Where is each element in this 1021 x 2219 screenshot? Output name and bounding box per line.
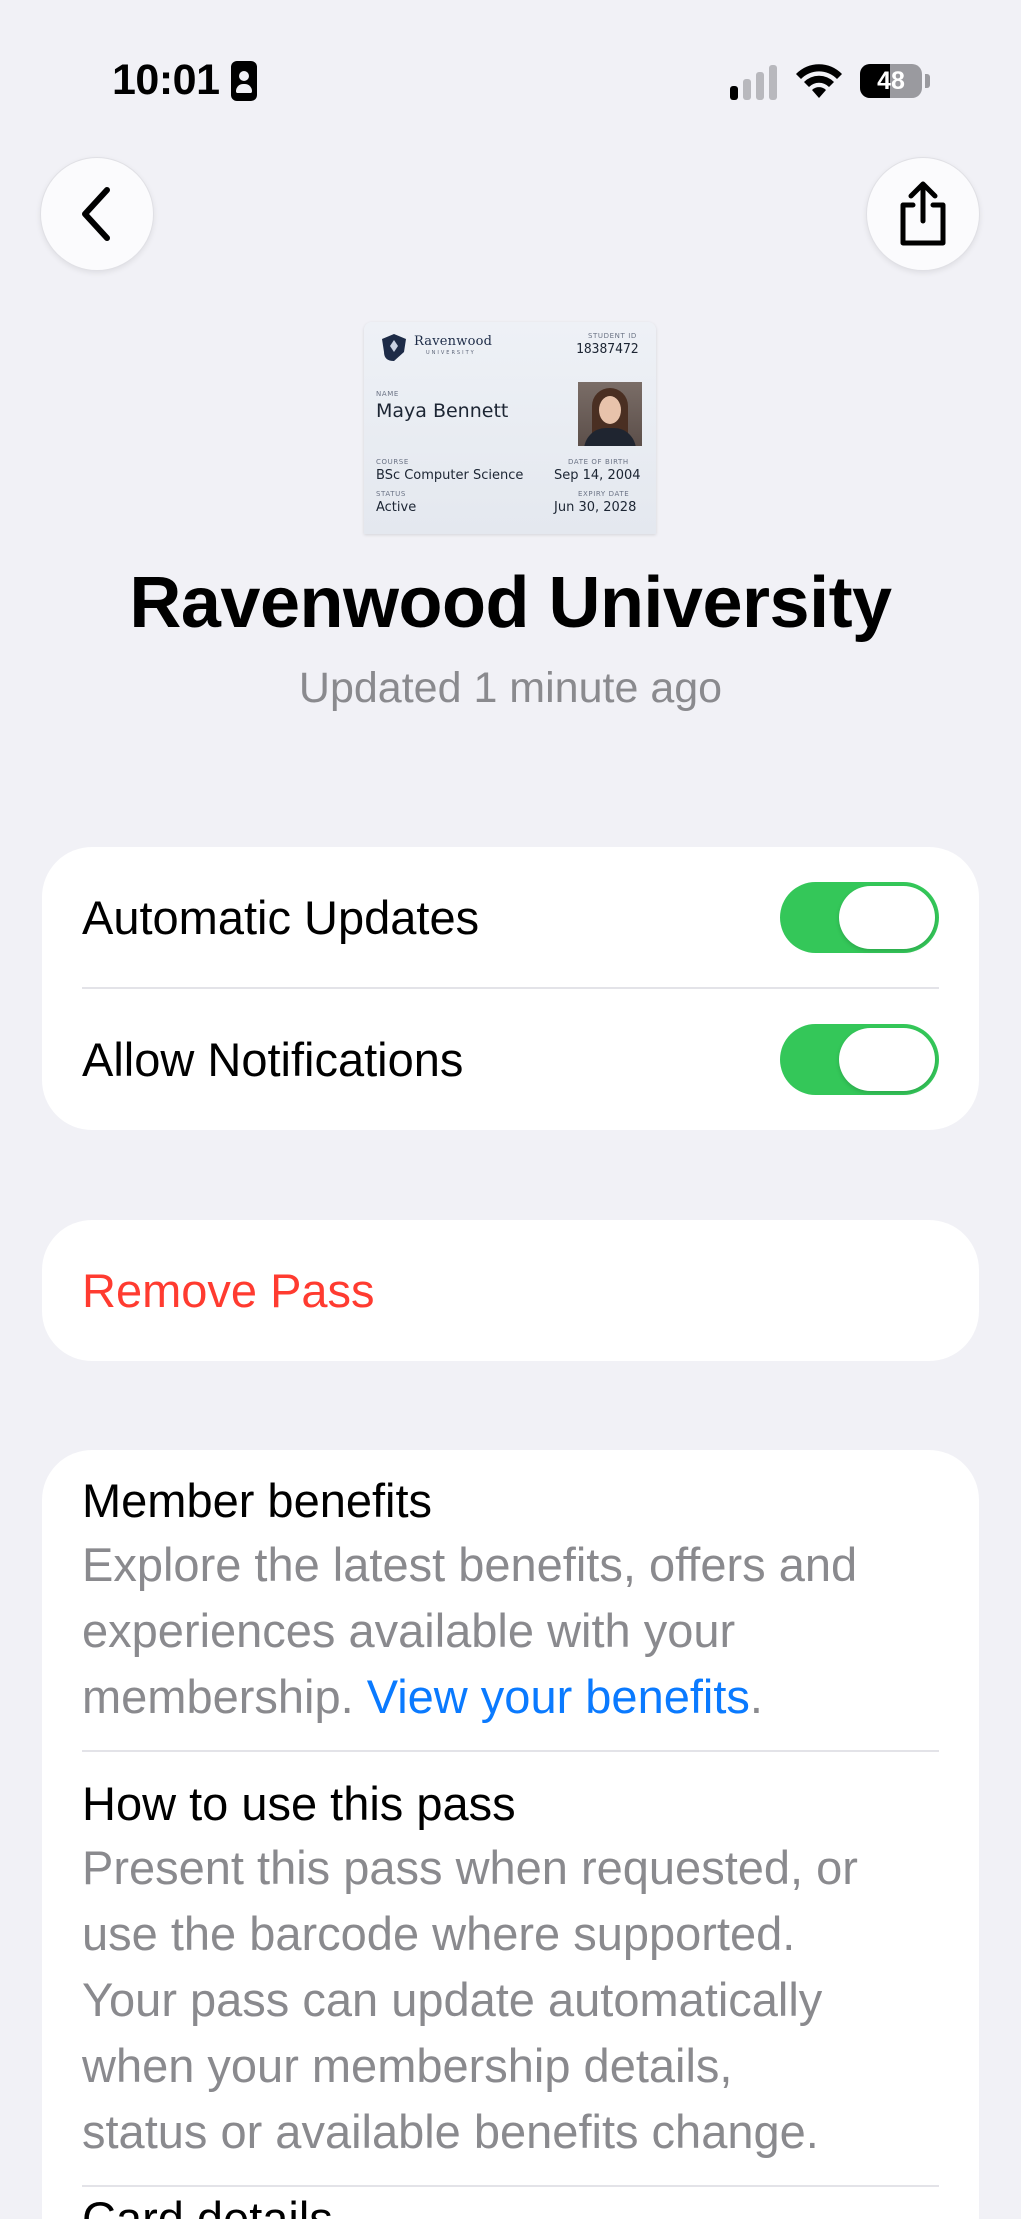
pass-brand: Ravenwood (414, 334, 493, 349)
share-button[interactable] (866, 157, 980, 271)
body-line: experiences available with your (82, 1604, 736, 1657)
automatic-updates-row: Automatic Updates (82, 847, 939, 988)
body-line: use the barcode where supported. (82, 1907, 796, 1960)
next-section-title: Card details (82, 2192, 333, 2219)
pass-card-thumbnail[interactable]: Ravenwood UNIVERSITY STUDENT ID 18387472… (364, 322, 656, 534)
cellular-signal-icon (730, 64, 777, 100)
member-benefits-section: Member benefits Explore the latest benef… (82, 1470, 939, 1730)
signal-bar (756, 72, 764, 100)
divider (82, 2185, 939, 2187)
next-section: Card details (82, 2188, 939, 2219)
body-line: Present this pass when requested, or (82, 1841, 858, 1894)
signal-bar (743, 79, 751, 100)
signal-bar (769, 65, 777, 100)
expiry-value: Jun 30, 2028 (554, 500, 637, 515)
battery-percent: 48 (877, 66, 905, 95)
allow-notifications-row: Allow Notifications (82, 989, 939, 1130)
share-icon (900, 181, 946, 246)
updated-timestamp: Updated 1 minute ago (298, 664, 723, 712)
expiry-label: EXPIRY DATE (578, 490, 630, 498)
signal-bar (730, 86, 738, 100)
student-photo (578, 382, 642, 446)
name-value: Maya Bennett (376, 400, 509, 422)
status-bar: 10:01 48 (0, 0, 1021, 170)
divider (82, 1750, 939, 1752)
body-text: membership. (82, 1670, 367, 1723)
pass-title: Ravenwood University (129, 563, 892, 643)
dob-label: DATE OF BIRTH (568, 458, 629, 466)
info-group: Member benefits Explore the latest benef… (42, 1450, 979, 2219)
name-label: NAME (376, 390, 399, 398)
body-line: Explore the latest benefits, offers and (82, 1538, 858, 1591)
battery-icon: 48 (860, 64, 922, 98)
view-benefits-link[interactable]: View your benefits (367, 1670, 750, 1723)
body-text: . (749, 1670, 763, 1723)
university-crest-icon (382, 334, 406, 361)
member-benefits-title: Member benefits (82, 1474, 433, 1527)
automatic-updates-toggle[interactable] (780, 882, 939, 953)
chevron-left-icon (82, 187, 110, 241)
course-label: COURSE (376, 458, 409, 466)
remove-pass-button[interactable]: Remove Pass (82, 1220, 375, 1361)
battery-nub (925, 74, 930, 88)
dob-value: Sep 14, 2004 (554, 468, 641, 483)
body-line: Your pass can update automatically (82, 1973, 823, 2026)
course-value: BSc Computer Science (376, 468, 524, 483)
status-label: STATUS (376, 490, 406, 498)
member-benefits-body: Explore the latest benefits, offers and … (82, 1532, 939, 1730)
body-line: membership. View your benefits. (82, 1664, 939, 1730)
how-to-use-title: How to use this pass (82, 1777, 516, 1830)
body-line: status or available benefits change. (82, 2105, 819, 2158)
automatic-updates-label: Automatic Updates (82, 891, 480, 944)
pass-brand-sub: UNIVERSITY (426, 350, 476, 356)
settings-group: Automatic Updates Allow Notifications (42, 847, 979, 1130)
student-id-label: STUDENT ID (588, 332, 637, 340)
allow-notifications-label: Allow Notifications (82, 1033, 464, 1086)
status-value: Active (376, 500, 417, 515)
student-id-value: 18387472 (576, 342, 639, 357)
status-time-text: 10:01 (112, 56, 220, 104)
how-to-use-section: How to use this pass Present this pass w… (82, 1773, 939, 2165)
body-line: when your membership details, (82, 2039, 733, 2092)
allow-notifications-toggle[interactable] (780, 1024, 939, 1095)
remove-pass-group[interactable]: Remove Pass (42, 1220, 979, 1361)
id-card-icon (231, 60, 258, 101)
status-time: 10:01 (112, 56, 258, 105)
back-button[interactable] (40, 157, 154, 271)
wifi-icon (796, 64, 842, 98)
how-to-use-body: Present this pass when requested, or use… (82, 1835, 939, 2165)
